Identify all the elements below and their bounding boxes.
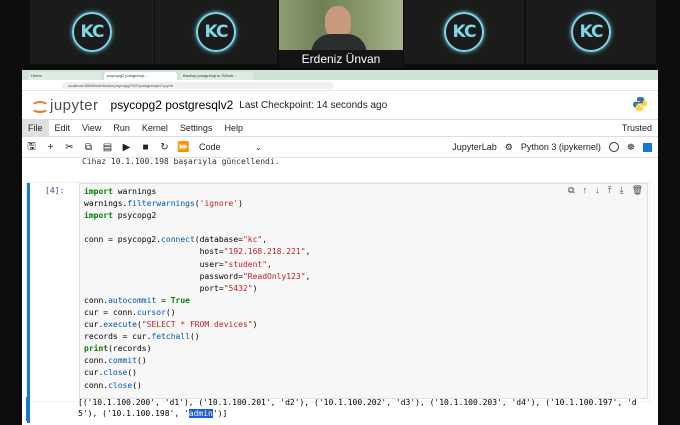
duplicate-icon[interactable]: ⧉ <box>568 185 574 196</box>
jupyterlab-link[interactable]: JupyterLab <box>452 142 497 152</box>
toc-icon[interactable] <box>643 142 652 152</box>
kernel-status-icon <box>608 142 619 152</box>
previous-cell-output: Cihaz 10.1.100.198 başarıyla güncellendi… <box>82 158 280 166</box>
browser-tab[interactable]: Home <box>28 72 101 80</box>
python-logo-icon <box>633 97 647 111</box>
kernel-name[interactable]: Python 3 (ipykernel) <box>521 142 601 152</box>
restart-icon[interactable]: ↻ <box>155 142 174 153</box>
video-tile-2[interactable]: KC <box>155 0 277 64</box>
menu-help[interactable]: Help <box>218 120 249 136</box>
menu-view[interactable]: View <box>76 120 107 136</box>
output-line: [('10.1.100.200', 'd1'), ('10.1.100.201'… <box>78 398 637 407</box>
trusted-indicator[interactable]: Trusted <box>622 123 652 133</box>
bug-icon[interactable]: ☸ <box>627 142 635 153</box>
output-indicator <box>26 397 29 421</box>
copy-icon[interactable]: ⧉ <box>79 142 98 153</box>
gear-icon[interactable]: ⚙ <box>505 142 513 153</box>
browser-tab-active[interactable]: psycopg2 postgresql... <box>104 72 177 80</box>
speaker-name: Erdeniz Ünvan <box>279 50 403 68</box>
kc-logo: KC <box>444 12 484 52</box>
jupyter-logo-icon[interactable] <box>30 96 49 114</box>
notebook-toolbar: 🖫 + ✂ ⧉ ▤ ▶ ■ ↻ ⏩ Code ⌄ JupyterLab ⚙ Py… <box>22 137 658 158</box>
browser-tab[interactable]: Backup postgresql to Github... <box>180 72 253 80</box>
output-text: ')] <box>212 409 228 418</box>
cut-icon[interactable]: ✂ <box>60 142 79 153</box>
insert-above-icon[interactable]: ⤒ <box>608 185 612 196</box>
video-tile-1[interactable]: KC <box>30 0 154 64</box>
stop-icon[interactable]: ■ <box>136 142 155 153</box>
move-up-icon[interactable]: ↑ <box>583 185 588 196</box>
menu-settings[interactable]: Settings <box>174 120 219 136</box>
notebook-title[interactable]: psycopg2 postgresqlv2 <box>111 98 234 112</box>
menu-file[interactable]: File <box>22 120 49 136</box>
address-bar: localhost:8888/notebooks/psycopg2%20post… <box>22 80 658 91</box>
add-cell-icon[interactable]: + <box>41 142 60 153</box>
video-tile-3[interactable]: KC <box>404 0 524 64</box>
video-tile-4[interactable]: KC <box>526 0 656 64</box>
jupyter-header: jupyter psycopg2 postgresqlv2 Last Check… <box>22 91 658 120</box>
cell-type-select[interactable]: Code <box>199 142 255 152</box>
insert-below-icon[interactable]: ⤓ <box>620 185 624 196</box>
checkpoint-status: Last Checkpoint: 14 seconds ago <box>239 99 388 111</box>
menu-kernel[interactable]: Kernel <box>136 120 174 136</box>
trash-icon[interactable]: 🗑 <box>632 185 643 196</box>
url-input[interactable]: localhost:8888/notebooks/psycopg2%20post… <box>62 81 334 89</box>
cell-prompt: [4]: <box>45 186 65 195</box>
selected-text[interactable]: admin <box>188 409 213 418</box>
output-line: 5'), ('10.1.100.198', 'admin')] <box>78 408 648 419</box>
chevron-down-icon[interactable]: ⌄ <box>255 143 262 152</box>
move-down-icon[interactable]: ↓ <box>595 185 600 196</box>
code-cell[interactable]: [4]: import warnings warnings.filterwarn… <box>26 182 650 423</box>
browser-window: Home psycopg2 postgresql... Backup postg… <box>22 70 658 425</box>
browser-tabbar: Home psycopg2 postgresql... Backup postg… <box>22 70 658 80</box>
cell-output: [('10.1.100.200', 'd1'), ('10.1.100.201'… <box>78 397 648 419</box>
save-icon[interactable]: 🖫 <box>22 139 41 156</box>
run-icon[interactable]: ▶ <box>117 142 136 153</box>
jupyter-wordmark[interactable]: jupyter <box>50 97 99 114</box>
active-speaker-tile[interactable]: Erdeniz Ünvan <box>279 0 403 68</box>
cell-actions: ⧉ ↑ ↓ ⤒ ⤓ 🗑 <box>568 185 643 196</box>
menu-run[interactable]: Run <box>107 120 136 136</box>
kc-logo: KC <box>72 12 112 52</box>
menu-edit[interactable]: Edit <box>49 120 77 136</box>
code-editor[interactable]: import warnings warnings.filterwarnings(… <box>79 183 648 399</box>
kc-logo: KC <box>571 12 611 52</box>
paste-icon[interactable]: ▤ <box>98 142 117 153</box>
output-text: 5'), ('10.1.100.198', ' <box>78 409 189 418</box>
fast-forward-icon[interactable]: ⏩ <box>174 142 193 153</box>
code-text[interactable]: import warnings warnings.filterwarnings(… <box>80 184 647 394</box>
menu-bar: File Edit View Run Kernel Settings Help … <box>22 120 658 137</box>
active-cell-indicator <box>27 183 30 423</box>
kc-logo: KC <box>196 12 236 52</box>
